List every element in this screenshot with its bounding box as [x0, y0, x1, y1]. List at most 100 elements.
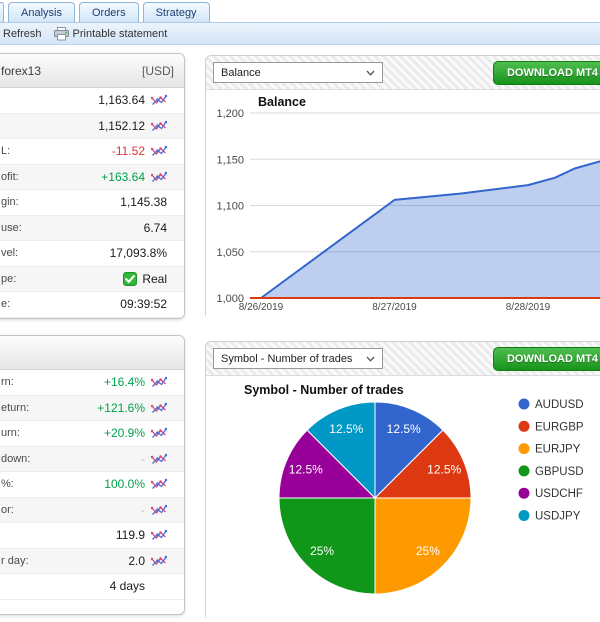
- account-name: forex13: [1, 64, 41, 78]
- legend-dot: [519, 443, 530, 454]
- mini-chart-icon[interactable]: [151, 171, 167, 183]
- tab-strategy[interactable]: Strategy: [143, 2, 210, 22]
- row-label: L:: [1, 145, 10, 157]
- account-row: pe: Real: [0, 267, 184, 293]
- mini-chart-icon[interactable]: [151, 94, 167, 106]
- chevron-down-icon: [366, 356, 375, 362]
- printable-statement-button[interactable]: Printable statement: [51, 27, 171, 41]
- statistics-row: or: -: [0, 498, 184, 524]
- svg-text:1,150: 1,150: [216, 154, 244, 166]
- statistics-row: r day:2.0: [0, 549, 184, 575]
- row-value: +163.64: [101, 170, 145, 184]
- row-value: 6.74: [144, 221, 167, 235]
- mini-chart-icon[interactable]: [151, 376, 167, 388]
- legend-item-gbpusd: GBPUSD: [519, 465, 584, 478]
- svg-text:Balance: Balance: [258, 95, 306, 109]
- row-value: 119.9: [116, 528, 145, 542]
- row-value: Real: [123, 272, 167, 286]
- mini-chart-icon[interactable]: [151, 145, 167, 157]
- row-label: pe:: [1, 273, 16, 285]
- mini-chart-icon[interactable]: [151, 529, 167, 541]
- account-row: vel:17,093.8%: [0, 241, 184, 267]
- row-label: or:: [1, 504, 14, 516]
- balance-card: Balance DOWNLOAD MT4 1,0001,0501,1001,15…: [205, 55, 600, 319]
- tab-bar: Analysis Orders Strategy: [0, 0, 600, 22]
- row-value: -: [141, 503, 145, 517]
- account-row: use: 6.74: [0, 216, 184, 242]
- tab-fragment[interactable]: [0, 2, 4, 22]
- statistics-row: urn: +20.9%: [0, 421, 184, 447]
- svg-text:Symbol - Number of trades: Symbol - Number of trades: [244, 383, 404, 397]
- mini-chart-icon[interactable]: [151, 120, 167, 132]
- mini-chart-icon[interactable]: [151, 504, 167, 516]
- row-value: 09:39:52: [120, 297, 167, 311]
- download-mt4-button[interactable]: DOWNLOAD MT4: [493, 347, 600, 371]
- statistics-row: 4 days: [0, 574, 184, 600]
- statistics-row: eturn:+121.6%: [0, 396, 184, 422]
- row-value: 4 days: [110, 579, 145, 593]
- row-value: 100.0%: [104, 477, 145, 491]
- tab-analysis[interactable]: Analysis: [8, 2, 75, 22]
- account-row: gin:1,145.38: [0, 190, 184, 216]
- svg-text:USDCHF: USDCHF: [535, 488, 583, 500]
- legend-item-eurjpy: EURJPY: [519, 443, 581, 456]
- legend-dot: [519, 399, 530, 410]
- row-label: ofit:: [1, 171, 19, 183]
- statistics-row: %: 100.0%: [0, 472, 184, 498]
- printable-statement-label: Printable statement: [73, 28, 168, 40]
- balance-card-header: Balance DOWNLOAD MT4: [206, 56, 600, 89]
- legend-item-usdjpy: USDJPY: [519, 510, 581, 523]
- refresh-button[interactable]: Refresh: [0, 28, 45, 40]
- svg-text:8/27/2019: 8/27/2019: [372, 302, 417, 313]
- statistics-panel: rn:+16.4%eturn:+121.6%urn:+20.9%down:-%:…: [0, 335, 185, 615]
- statistics-row: 119.9: [0, 523, 184, 549]
- svg-text:AUDUSD: AUDUSD: [535, 399, 584, 411]
- svg-text:12.5%: 12.5%: [329, 422, 363, 436]
- account-row: e: 09:39:52: [0, 292, 184, 318]
- row-label: gin:: [1, 196, 19, 208]
- balance-chart-select[interactable]: Balance: [213, 62, 383, 83]
- tab-orders[interactable]: Orders: [79, 2, 139, 22]
- svg-text:12.5%: 12.5%: [387, 422, 421, 436]
- refresh-label: Refresh: [3, 28, 42, 40]
- mini-chart-icon[interactable]: [151, 453, 167, 465]
- mini-chart-icon[interactable]: [151, 427, 167, 439]
- row-label: %:: [1, 478, 14, 490]
- pie-card: Symbol - Number of trades DOWNLOAD MT4 S…: [205, 341, 600, 621]
- mini-chart-icon[interactable]: [151, 402, 167, 414]
- svg-text:EURJPY: EURJPY: [535, 444, 581, 456]
- account-row: 1,163.64: [0, 88, 184, 114]
- pie-chart: Symbol - Number of trades12.5%12.5%25%25…: [206, 376, 600, 622]
- row-label: r day:: [1, 555, 29, 567]
- balance-chart-area: 1,0001,0501,1001,1501,200Balance8/26/201…: [206, 89, 600, 320]
- account-panel-header: forex13 [USD]: [0, 54, 184, 88]
- account-row: L: -11.52: [0, 139, 184, 165]
- svg-text:12.5%: 12.5%: [289, 462, 323, 476]
- legend-item-usdchf: USDCHF: [519, 488, 583, 501]
- printer-icon: [54, 27, 69, 41]
- real-checkbox-icon: [123, 272, 137, 286]
- row-value: -11.52: [112, 144, 145, 158]
- row-label: urn:: [1, 427, 20, 439]
- mini-chart-icon[interactable]: [151, 478, 167, 490]
- account-panel: forex13 [USD] 1,163.641,152.12L:-11.52of…: [0, 53, 185, 319]
- legend-dot: [519, 488, 530, 499]
- pie-select-value: Symbol - Number of trades: [221, 353, 352, 365]
- svg-text:USDJPY: USDJPY: [535, 511, 581, 523]
- balance-select-value: Balance: [221, 67, 261, 79]
- row-value: 1,163.64: [98, 93, 145, 107]
- row-label: use:: [1, 222, 22, 234]
- pie-card-header: Symbol - Number of trades DOWNLOAD MT4: [206, 342, 600, 375]
- download-mt4-button[interactable]: DOWNLOAD MT4: [493, 61, 600, 85]
- svg-text:1,100: 1,100: [216, 201, 244, 213]
- account-rows: 1,163.641,152.12L:-11.52ofit:+163.64gin:…: [0, 88, 184, 318]
- row-label: rn:: [1, 376, 14, 388]
- row-label: vel:: [1, 247, 18, 259]
- row-value: +20.9%: [104, 426, 145, 440]
- mini-chart-icon[interactable]: [151, 555, 167, 567]
- row-label: e:: [1, 298, 10, 310]
- pie-chart-select[interactable]: Symbol - Number of trades: [213, 348, 383, 369]
- legend-item-audusd: AUDUSD: [519, 399, 584, 412]
- row-label: down:: [1, 453, 30, 465]
- analysis-page: { "tabs": [ {"label": "Analysis"}, {"lab…: [0, 0, 600, 600]
